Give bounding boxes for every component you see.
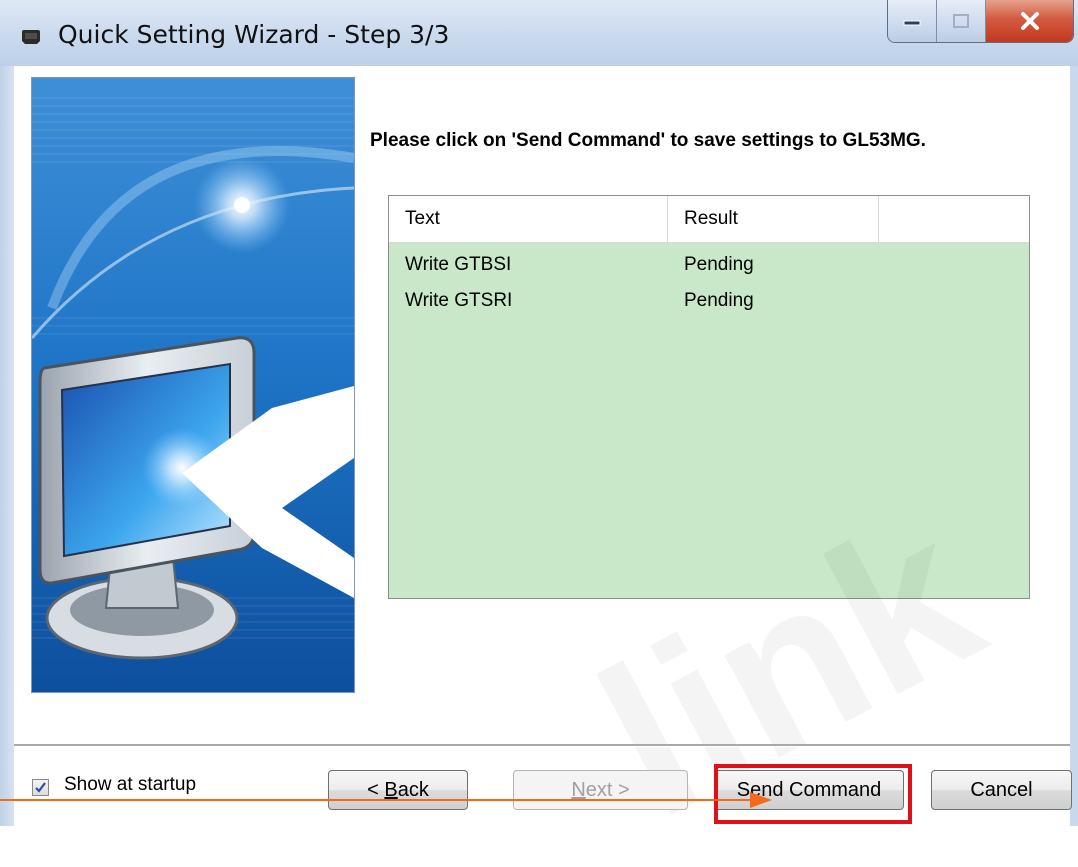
maximize-button[interactable]	[937, 0, 986, 42]
window-controls	[887, 0, 1074, 43]
column-header-empty[interactable]	[879, 196, 1029, 242]
window-frame-left	[0, 66, 14, 826]
table-row[interactable]: Write GTSRI Pending	[389, 284, 1029, 318]
table-row[interactable]: Write GTBSI Pending	[389, 248, 1029, 282]
maximize-icon	[953, 14, 969, 28]
title-bar: Quick Setting Wizard - Step 3/3	[0, 0, 1078, 67]
close-button[interactable]	[986, 0, 1073, 42]
instruction-text: Please click on 'Send Command' to save s…	[370, 130, 926, 151]
row-result-cell: Pending	[684, 254, 754, 275]
cancel-button[interactable]: Cancel	[931, 770, 1072, 810]
column-header-result[interactable]: Result	[668, 196, 879, 242]
column-header-text[interactable]: Text	[389, 196, 668, 242]
minimize-button[interactable]	[888, 0, 937, 42]
close-icon	[1020, 12, 1039, 30]
row-result-cell: Pending	[684, 290, 754, 311]
annotation-arrow-icon	[0, 792, 772, 808]
table-header: Text Result	[389, 196, 1029, 243]
row-text-cell: Write GTSRI	[405, 290, 513, 311]
window-title: Quick Setting Wizard - Step 3/3	[58, 20, 450, 49]
minimize-icon	[903, 20, 921, 26]
window-frame-right	[1070, 66, 1078, 826]
footer-separator	[14, 744, 1070, 747]
row-text-cell: Write GTBSI	[405, 254, 512, 275]
app-icon	[20, 29, 42, 45]
wizard-banner-image	[31, 77, 355, 693]
